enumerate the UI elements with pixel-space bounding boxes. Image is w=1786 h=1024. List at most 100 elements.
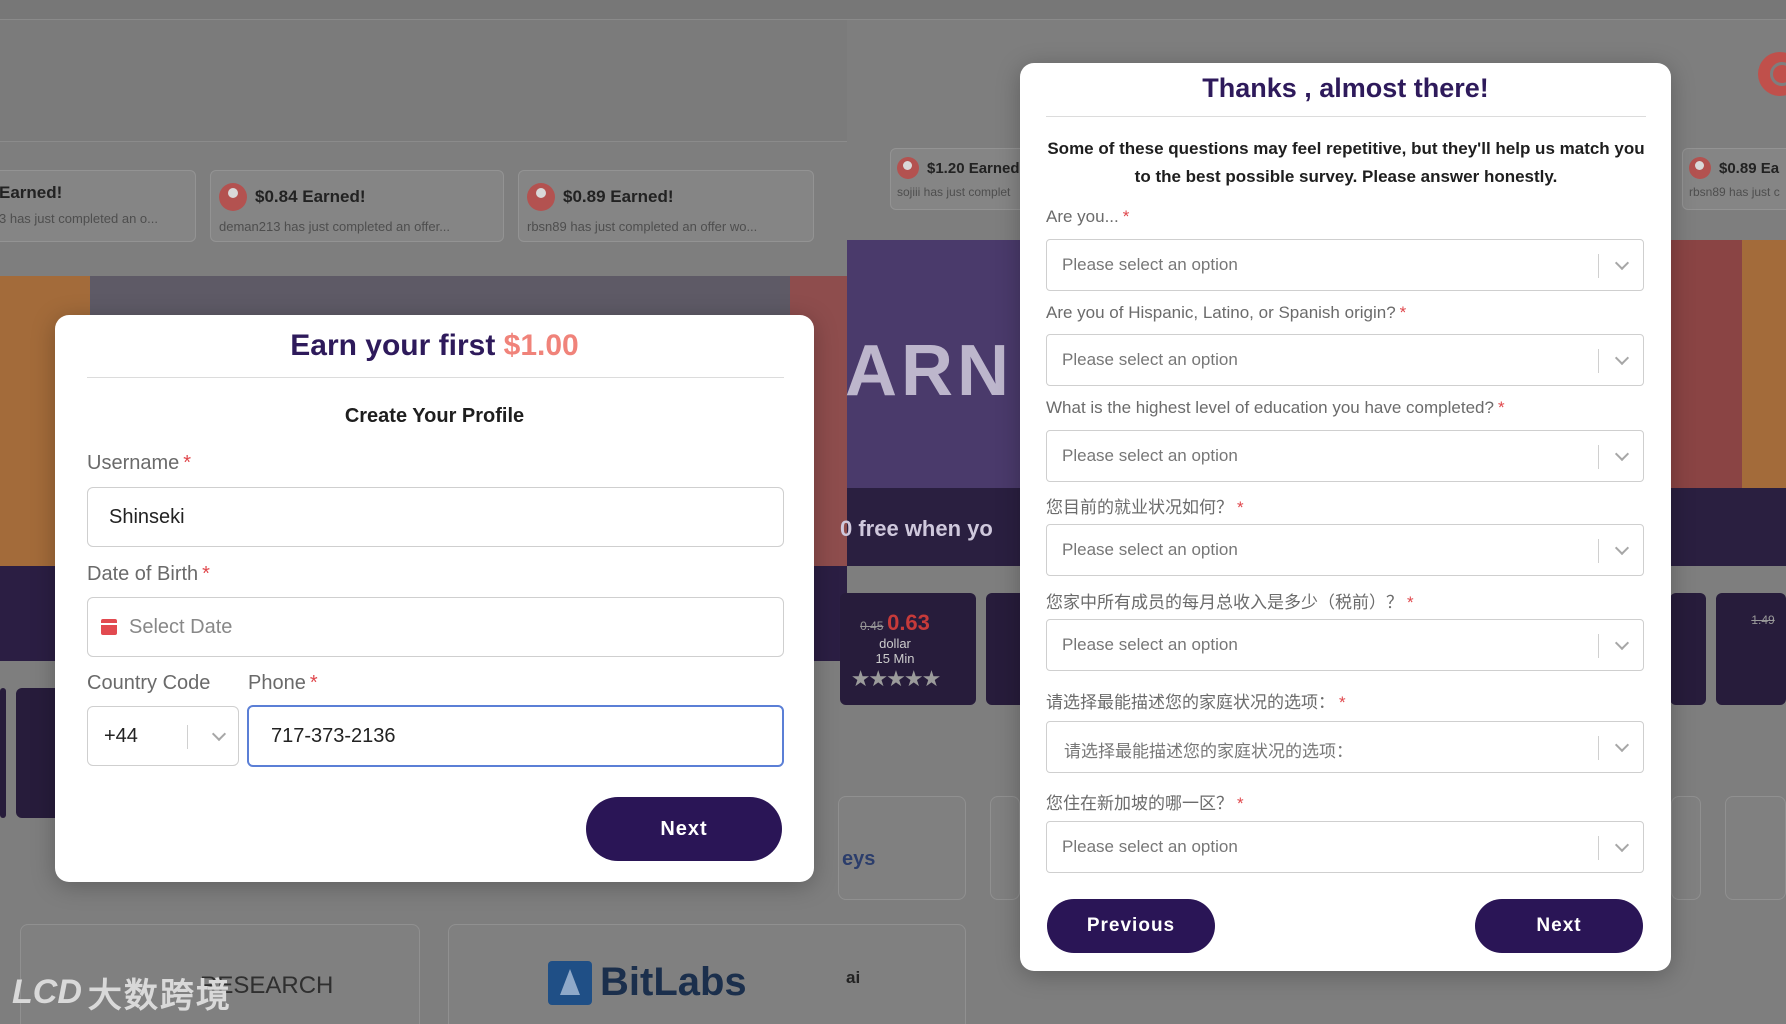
site-top-bar: [0, 0, 1786, 20]
ticker-subtext: rbsn89 has just c: [1689, 185, 1780, 199]
earning-ticker-card: $0.89 Earned! rbsn89 has just completed …: [518, 170, 814, 242]
user-avatar-icon: [219, 183, 247, 211]
flask-icon: [548, 960, 592, 1005]
partner-logo-text: eys: [842, 848, 876, 870]
ticker-amount: $1.20 Earned: [927, 159, 1020, 177]
modal-title-text: Earn your first: [290, 329, 504, 362]
question-text: 您住在新加坡的哪一区？: [1046, 794, 1233, 814]
ticker-subtext: sojiii has just complet: [897, 185, 1011, 199]
next-button[interactable]: Next: [586, 797, 782, 861]
employment-select[interactable]: Please select an option: [1046, 524, 1644, 576]
next-button[interactable]: Next: [1475, 899, 1643, 953]
user-avatar-icon: [897, 157, 919, 179]
rating-stars: ★★★★★: [850, 666, 942, 691]
household-status-select[interactable]: 请选择最能描述您的家庭状况的选项：: [1046, 721, 1644, 773]
watermark: LCD 大数跨境: [12, 968, 232, 1017]
chevron-down-icon: [1614, 255, 1630, 271]
select-placeholder: Please select an option: [1062, 350, 1238, 369]
offer-card-content: 1.49: [1740, 612, 1786, 627]
phone-value: 717-373-2136: [271, 724, 396, 747]
intro-text: Some of these questions may feel repetit…: [1046, 135, 1646, 191]
partner-tile[interactable]: [1671, 796, 1701, 900]
offer-new-price: 0.63: [887, 610, 930, 635]
required-marker: *: [202, 563, 210, 585]
date-of-birth-input[interactable]: Select Date: [87, 597, 784, 657]
user-avatar-icon: [1689, 157, 1711, 179]
bitlabs-logo: BitLabs: [548, 960, 747, 1005]
ticker-subtext: deman213 has just completed an offer...: [219, 219, 451, 234]
intro-line: Some of these questions may feel repetit…: [1047, 139, 1645, 158]
select-placeholder: Please select an option: [1062, 635, 1238, 654]
select-placeholder: 请选择最能描述您的家庭状况的选项：: [1064, 742, 1353, 761]
banner-tagline: 0 free when yo: [840, 516, 993, 541]
select-separator: [1598, 836, 1599, 860]
required-marker: *: [309, 672, 318, 694]
user-avatar-icon[interactable]: [1758, 52, 1786, 96]
offer-time: 15 Min: [875, 651, 915, 666]
select-separator: [1598, 634, 1599, 658]
dob-placeholder: Select Date: [129, 615, 233, 638]
partner-tile[interactable]: [990, 796, 1020, 900]
watermark-text: 大数跨境: [87, 976, 232, 1016]
household-income-select[interactable]: Please select an option: [1046, 619, 1644, 671]
education-select[interactable]: Please select an option: [1046, 430, 1644, 482]
ticker-amount: $0.84 Earned!: [255, 187, 366, 206]
username-input[interactable]: Shinseki: [87, 487, 784, 547]
question-text: Are you of Hispanic, Latino, or Spanish …: [1046, 303, 1396, 322]
country-code-value: +44: [104, 724, 138, 747]
earning-ticker-card: $0.89 Ea rbsn89 has just c: [1682, 148, 1786, 210]
required-marker: *: [1399, 303, 1407, 322]
ticker-subtext: rbsn89 has just completed an offer wo...: [527, 219, 758, 234]
ticker-subtext: 3 has just completed an o...: [0, 211, 158, 226]
phone-label: Phone *: [248, 672, 318, 695]
select-separator: [1598, 736, 1599, 760]
select-separator: [1598, 539, 1599, 563]
question-label: 请选择最能描述您的家庭状况的选项： *: [1046, 688, 1346, 713]
question-text: 请选择最能描述您的家庭状况的选项：: [1046, 693, 1335, 713]
question-text: 您家中所有成员的每月总收入是多少（税前）？: [1046, 593, 1403, 613]
region-select[interactable]: Please select an option: [1046, 821, 1644, 873]
select-separator: [187, 725, 188, 749]
question-label: 您目前的就业状况如何？ *: [1046, 493, 1244, 518]
select-separator: [1598, 445, 1599, 469]
previous-button[interactable]: Previous: [1047, 899, 1215, 953]
required-marker: *: [1407, 593, 1414, 612]
chevron-down-icon: [1614, 737, 1630, 753]
select-placeholder: Please select an option: [1062, 540, 1238, 559]
phone-input[interactable]: 717-373-2136: [247, 705, 784, 767]
required-marker: *: [1339, 693, 1346, 712]
required-marker: *: [1497, 398, 1505, 417]
ticker-amount: Earned!: [0, 183, 63, 202]
earning-ticker-card: Earned! 3 has just completed an o...: [0, 170, 196, 242]
bitlabs-logo-text: BitLabs: [600, 960, 747, 1004]
chevron-down-icon: [1614, 350, 1630, 366]
intro-line: to the best possible survey. Please answ…: [1134, 167, 1558, 186]
gender-select[interactable]: Please select an option: [1046, 239, 1644, 291]
question-label: 您家中所有成员的每月总收入是多少（税前）？ *: [1046, 588, 1414, 613]
username-value: Shinseki: [109, 505, 185, 528]
modal-title: Thanks , almost there!: [1202, 73, 1489, 103]
ticker-amount: $0.89 Ea: [1719, 159, 1780, 177]
watermark-logo: LCD: [12, 973, 82, 1011]
required-marker: *: [1237, 794, 1244, 813]
hispanic-origin-select[interactable]: Please select an option: [1046, 334, 1644, 386]
question-text: What is the highest level of education y…: [1046, 398, 1494, 417]
question-label: Are you... *: [1046, 207, 1129, 227]
required-marker: *: [183, 452, 192, 474]
survey-profile-modal: Thanks , almost there! Some of these que…: [1020, 63, 1671, 971]
earning-ticker-card: $1.20 Earned sojiii has just complet: [890, 148, 1030, 210]
offer-card[interactable]: [1670, 593, 1706, 705]
offer-card-content: 0.45 0.63 dollar 15 Min ★★★★★: [845, 610, 945, 692]
partner-tile[interactable]: [1725, 796, 1786, 900]
required-marker: *: [1122, 207, 1130, 226]
select-separator: [1598, 349, 1599, 373]
country-code-select[interactable]: +44: [87, 706, 239, 766]
site-header: [0, 20, 847, 142]
username-label-text: Username: [87, 452, 180, 474]
chevron-down-icon: [1614, 446, 1630, 462]
modal-divider: [87, 377, 784, 378]
offer-card[interactable]: [1716, 593, 1786, 705]
offer-card[interactable]: [0, 688, 6, 818]
chevron-down-icon: [211, 726, 227, 742]
chevron-down-icon: [1614, 540, 1630, 556]
